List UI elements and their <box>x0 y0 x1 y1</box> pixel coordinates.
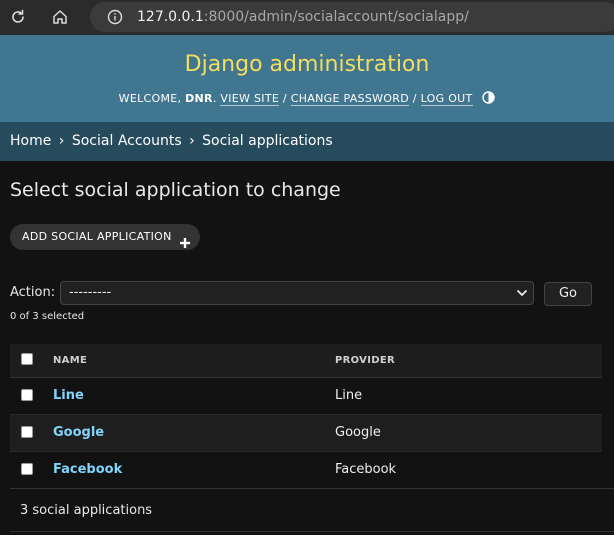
breadcrumb-current: Social applications <box>202 133 333 149</box>
log-out-link[interactable]: LOG OUT <box>420 92 473 106</box>
user-tools-separator: / <box>282 92 287 105</box>
table-row: Google Google <box>10 415 602 452</box>
theme-toggle-icon[interactable] <box>482 91 496 104</box>
welcome-text: WELCOME, <box>118 92 182 105</box>
breadcrumb: Home › Social Accounts › Social applicat… <box>0 122 614 161</box>
selected-count: 0 of 3 selected <box>10 311 85 322</box>
home-icon[interactable] <box>48 5 72 29</box>
user-tools-separator: / <box>412 92 417 105</box>
user-tools: WELCOME, DNR. VIEW SITE / CHANGE PASSWOR… <box>0 91 614 106</box>
plus-icon <box>179 232 190 248</box>
breadcrumb-separator: › <box>189 133 195 149</box>
table-header: NAME PROVIDER <box>10 344 602 378</box>
row-name-link[interactable]: Facebook <box>53 462 122 477</box>
add-social-application-button[interactable]: ADD SOCIAL APPLICATION <box>10 224 200 250</box>
row-checkbox[interactable] <box>21 389 33 401</box>
address-bar[interactable]: 127.0.0.1:8000/admin/socialaccount/socia… <box>90 2 614 32</box>
row-provider: Facebook <box>335 462 397 477</box>
site-header: Django administration WELCOME, DNR. VIEW… <box>0 35 614 122</box>
row-provider: Line <box>335 388 363 403</box>
results-table: NAME PROVIDER Line Line Google Google Fa… <box>10 344 602 489</box>
chevron-down-icon <box>515 286 529 300</box>
site-brand[interactable]: Django administration <box>0 52 614 77</box>
breadcrumb-home[interactable]: Home <box>10 133 51 149</box>
action-select-value: --------- <box>69 285 112 300</box>
breadcrumb-separator: › <box>58 133 65 149</box>
breadcrumb-social-accounts[interactable]: Social Accounts <box>72 133 182 149</box>
go-button[interactable]: Go <box>544 282 592 306</box>
column-header-provider[interactable]: PROVIDER <box>335 355 395 366</box>
reload-icon[interactable] <box>6 5 30 29</box>
view-site-link[interactable]: VIEW SITE <box>220 92 280 106</box>
page-title: Select social application to change <box>10 179 341 201</box>
row-name-link[interactable]: Line <box>53 388 84 403</box>
add-button-label: ADD SOCIAL APPLICATION <box>22 230 172 243</box>
action-select[interactable]: --------- <box>60 281 534 305</box>
url-host: 127.0.0.1 <box>137 9 204 25</box>
welcome-period: . <box>212 92 217 105</box>
row-checkbox[interactable] <box>21 426 33 438</box>
row-provider: Google <box>335 425 381 440</box>
info-icon[interactable] <box>106 8 124 26</box>
action-label: Action: <box>10 285 56 300</box>
table-row: Line Line <box>10 378 602 415</box>
row-checkbox[interactable] <box>21 463 33 475</box>
url-text: 127.0.0.1:8000/admin/socialaccount/socia… <box>137 8 469 26</box>
select-all-checkbox[interactable] <box>21 353 33 365</box>
username: DNR <box>185 92 213 105</box>
change-password-link[interactable]: CHANGE PASSWORD <box>290 92 409 106</box>
url-path: :8000/admin/socialaccount/socialapp/ <box>203 9 469 25</box>
table-row: Facebook Facebook <box>10 452 602 489</box>
browser-toolbar: 127.0.0.1:8000/admin/socialaccount/socia… <box>0 0 614 35</box>
result-count: 3 social applications <box>10 488 614 532</box>
column-header-name[interactable]: NAME <box>53 355 87 366</box>
row-name-link[interactable]: Google <box>53 425 104 440</box>
